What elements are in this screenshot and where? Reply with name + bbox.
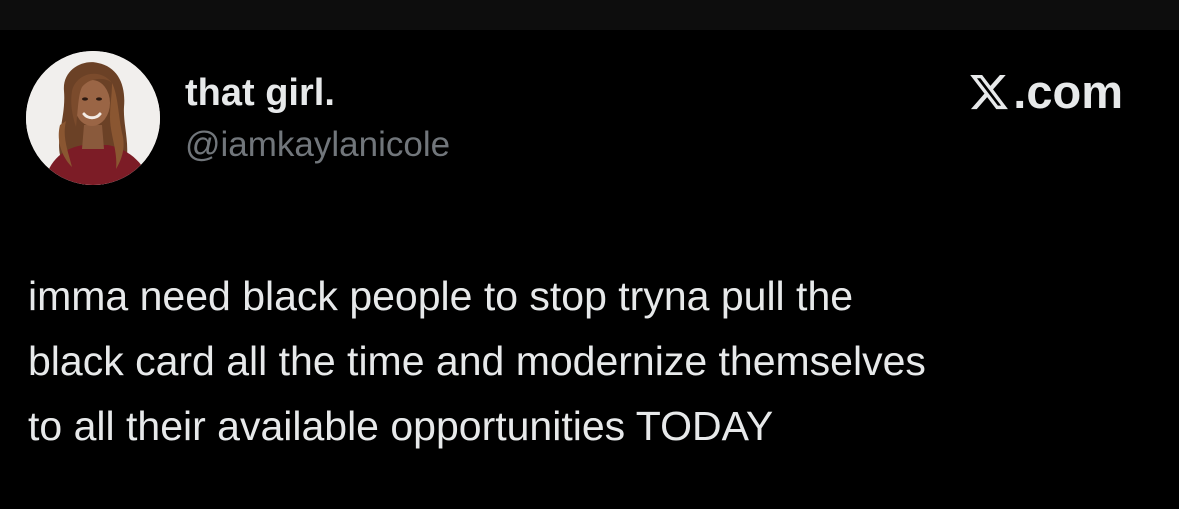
x-logo-icon (970, 74, 1009, 110)
tweet-text: imma need black people to stop tryna pul… (28, 264, 1158, 459)
brand-watermark: .com (968, 66, 1123, 118)
tweet-text-line: black card all the time and modernize th… (28, 338, 926, 384)
author-display-name[interactable]: that girl. (185, 70, 335, 116)
tweet-text-line: to all their available opportunities TOD… (28, 403, 774, 449)
tweet-text-line: imma need black people to stop tryna pul… (28, 273, 854, 319)
author-handle[interactable]: @iamkaylanicole (185, 123, 450, 167)
status-bar-strip (0, 0, 1179, 30)
avatar[interactable] (26, 51, 160, 185)
brand-domain-text: .com (1013, 65, 1123, 118)
profile-photo-icon (26, 51, 160, 185)
